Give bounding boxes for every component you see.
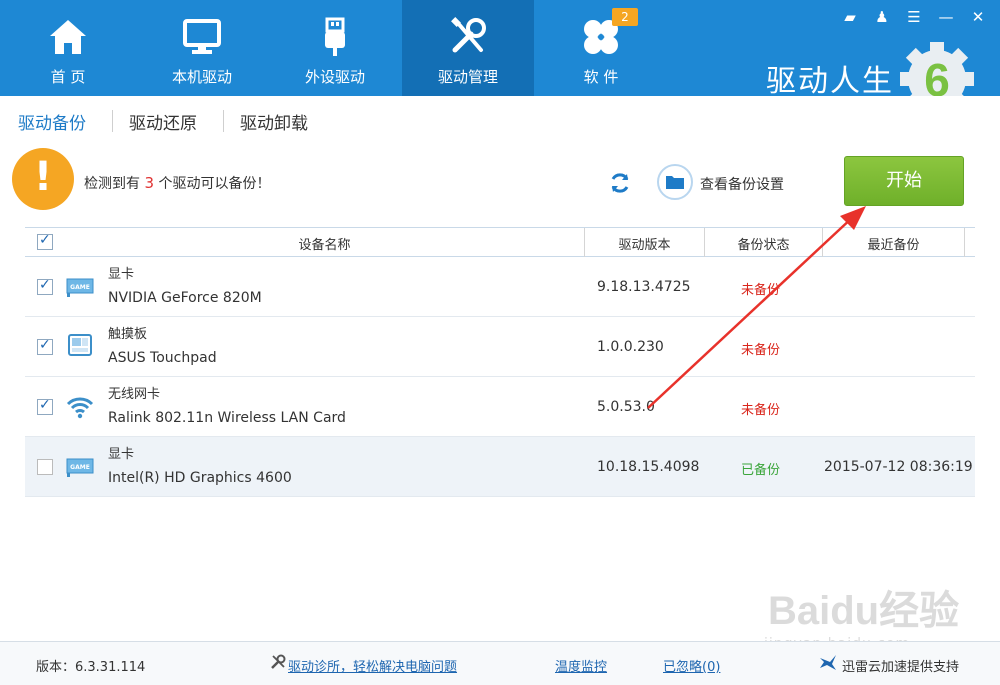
start-button[interactable]: 开始 bbox=[844, 156, 964, 206]
nav-software[interactable]: 软 件 bbox=[535, 0, 667, 96]
notice-prefix: 检测到有 bbox=[84, 176, 140, 192]
graphics-card-icon: GAME bbox=[66, 458, 94, 477]
device-name: Ralink 802.11n Wireless LAN Card bbox=[108, 410, 346, 426]
col-driver-version[interactable]: 驱动版本 bbox=[585, 234, 704, 253]
device-name: NVIDIA GeForce 820M bbox=[108, 290, 262, 306]
backup-status: 已备份 bbox=[741, 463, 781, 478]
feedback-icon[interactable]: ▰ bbox=[840, 8, 860, 26]
last-backup-date: 2015-07-12 08:36:19 bbox=[824, 459, 973, 475]
tab-driver-backup[interactable]: 驱动备份 bbox=[18, 109, 86, 134]
ignored-link[interactable]: 已忽略(0) bbox=[663, 656, 720, 675]
nav-home-label: 首 页 bbox=[50, 68, 86, 86]
status-bar: 版本：6.3.31.114 驱动诊所，轻松解决电脑问题 温度监控 已忽略(0) … bbox=[0, 641, 1000, 685]
tab-divider bbox=[223, 110, 224, 132]
device-type: 触摸板 bbox=[108, 327, 148, 342]
device-name: Intel(R) HD Graphics 4600 bbox=[108, 470, 292, 486]
wrench-icon bbox=[271, 654, 286, 669]
backup-status: 未备份 bbox=[741, 283, 781, 298]
version-label: 版本：6.3.31.114 bbox=[36, 660, 146, 675]
device-name: ASUS Touchpad bbox=[108, 350, 217, 366]
brand-name: 驱动人生 bbox=[766, 64, 894, 99]
nav-driver-management[interactable]: 驱动管理 bbox=[402, 0, 534, 96]
nav-software-label: 软 件 bbox=[583, 68, 619, 86]
nav-driver-management-label: 驱动管理 bbox=[437, 68, 498, 86]
tab-driver-restore[interactable]: 驱动还原 bbox=[129, 109, 197, 134]
svg-text:GAME: GAME bbox=[70, 284, 90, 291]
col-backup-status[interactable]: 备份状态 bbox=[705, 234, 822, 253]
backup-status: 未备份 bbox=[741, 343, 781, 358]
row-checkbox[interactable] bbox=[37, 459, 53, 475]
col-divider bbox=[964, 228, 965, 257]
thunder-bird-icon bbox=[820, 655, 836, 670]
row-checkbox[interactable] bbox=[37, 337, 53, 355]
close-icon[interactable]: ✕ bbox=[968, 8, 988, 26]
sub-tabs: 驱动备份 驱动还原 驱动卸载 bbox=[0, 96, 1000, 144]
table-header: 设备名称 驱动版本 备份状态 最近备份 bbox=[25, 227, 975, 257]
nav-peripheral-drivers[interactable]: 外设驱动 bbox=[269, 0, 401, 96]
table-row[interactable]: 无线网卡 Ralink 802.11n Wireless LAN Card 5.… bbox=[25, 377, 975, 437]
menu-icon[interactable]: ☰ bbox=[904, 8, 924, 26]
support-label: 迅雷云加速提供支持 bbox=[842, 660, 960, 675]
temperature-monitor-link[interactable]: 温度监控 bbox=[555, 656, 607, 675]
device-type: 无线网卡 bbox=[108, 387, 161, 402]
notice-suffix: 个驱动可以备份！ bbox=[158, 176, 271, 192]
tab-divider bbox=[112, 110, 113, 132]
nav-local-drivers[interactable]: 本机驱动 bbox=[136, 0, 268, 96]
backup-status: 未备份 bbox=[741, 403, 781, 418]
wifi-icon bbox=[66, 397, 94, 419]
graphics-card-icon: GAME bbox=[66, 278, 94, 297]
col-last-backup[interactable]: 最近备份 bbox=[823, 234, 964, 253]
driver-count: 3 bbox=[144, 174, 154, 192]
folder-icon bbox=[666, 176, 684, 189]
svg-text:GAME: GAME bbox=[70, 464, 90, 471]
tools-icon bbox=[451, 17, 486, 53]
device-type: 显卡 bbox=[108, 447, 135, 462]
nav-peripheral-drivers-label: 外设驱动 bbox=[304, 68, 365, 86]
driver-version: 10.18.15.4098 bbox=[597, 459, 700, 475]
nav-home[interactable]: 首 页 bbox=[2, 0, 134, 96]
tab-driver-uninstall[interactable]: 驱动卸载 bbox=[240, 109, 308, 134]
home-icon bbox=[50, 20, 86, 54]
row-checkbox[interactable] bbox=[37, 397, 53, 415]
refresh-icon[interactable] bbox=[608, 171, 632, 195]
window-controls: ▰ ♟ ☰ — ✕ bbox=[840, 8, 988, 26]
driver-version: 5.0.53.0 bbox=[597, 399, 655, 415]
warning-icon: ! bbox=[12, 148, 74, 210]
table-row[interactable]: GAME 显卡 NVIDIA GeForce 820M 9.18.13.4725… bbox=[25, 257, 975, 317]
table-row[interactable]: GAME 显卡 Intel(R) HD Graphics 4600 10.18.… bbox=[25, 437, 975, 497]
nav-local-drivers-label: 本机驱动 bbox=[171, 68, 232, 86]
backup-notice: 检测到有 3 个驱动可以备份！ bbox=[84, 173, 270, 193]
driver-clinic-link[interactable]: 驱动诊所，轻松解决电脑问题 bbox=[288, 656, 457, 675]
row-checkbox[interactable] bbox=[37, 277, 53, 295]
skin-icon[interactable]: ♟ bbox=[872, 8, 892, 26]
backup-settings-label[interactable]: 查看备份设置 bbox=[700, 174, 784, 194]
touchpad-icon bbox=[68, 334, 92, 356]
monitor-icon bbox=[183, 19, 221, 54]
minimize-icon[interactable]: — bbox=[936, 8, 956, 26]
driver-version: 1.0.0.230 bbox=[597, 339, 664, 355]
usb-icon bbox=[325, 17, 345, 56]
driver-version: 9.18.13.4725 bbox=[597, 279, 691, 295]
device-type: 显卡 bbox=[108, 267, 135, 282]
software-badge: 2 bbox=[612, 8, 638, 26]
select-all-checkbox[interactable] bbox=[37, 232, 53, 250]
col-device-name[interactable]: 设备名称 bbox=[65, 234, 584, 253]
app-header: 首 页 本机驱动 外设驱动 驱动管理 软 件 2 ▰ ♟ ☰ — ✕ 驱动人生 … bbox=[0, 0, 1000, 116]
backup-settings-button[interactable] bbox=[657, 164, 693, 200]
watermark-main: Baidu经验 bbox=[768, 589, 960, 633]
table-row[interactable]: 触摸板 ASUS Touchpad 1.0.0.230 未备份 bbox=[25, 317, 975, 377]
